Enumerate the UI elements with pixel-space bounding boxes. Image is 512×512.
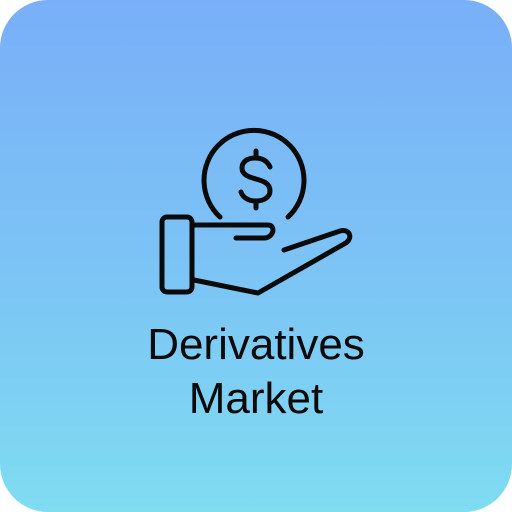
app-icon-tile[interactable]: Derivatives Market (0, 0, 512, 512)
app-label-line2: Market (188, 374, 324, 423)
app-label: Derivatives Market (0, 318, 512, 426)
hand-holding-dollar-icon (150, 122, 362, 302)
app-label-line1: Derivatives (147, 320, 365, 369)
